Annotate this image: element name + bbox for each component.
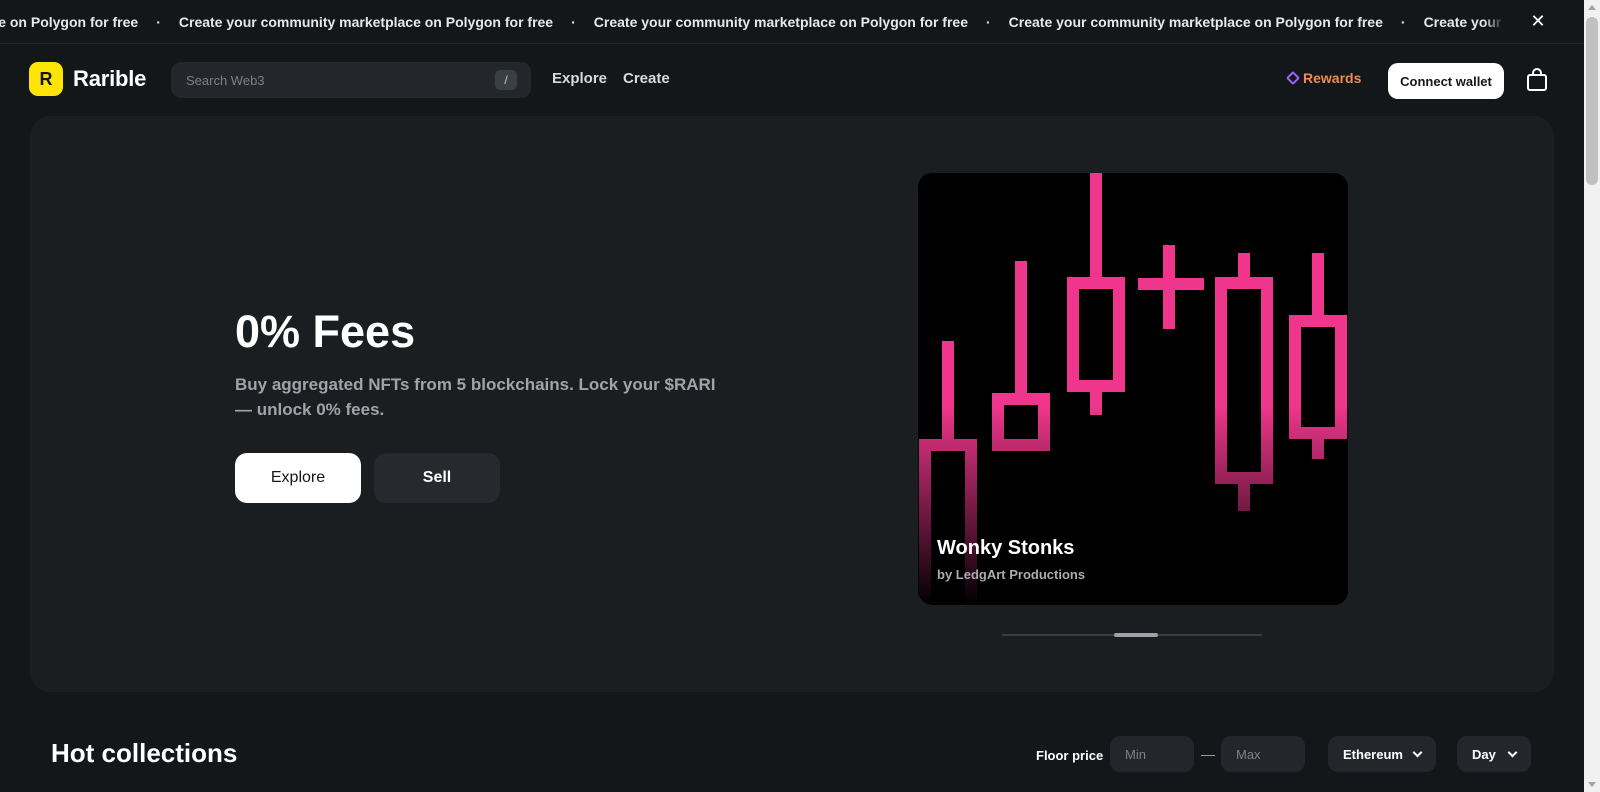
scrollbar-thumb[interactable] (1586, 17, 1598, 185)
explore-button[interactable]: Explore (235, 453, 361, 503)
promo-separator: · (1400, 14, 1406, 30)
price-range-separator: — (1201, 746, 1215, 762)
carousel-progress-thumb[interactable] (1114, 633, 1159, 637)
hero-subtitle: Buy aggregated NFTs from 5 blockchains. … (235, 375, 716, 419)
promo-text[interactable]: Create your community marketplace on Pol… (0, 14, 154, 30)
min-price-input[interactable] (1110, 736, 1194, 772)
search-input[interactable] (171, 62, 471, 98)
search-shortcut-key: / (495, 70, 517, 90)
scroll-down-arrow-icon[interactable] (1588, 782, 1596, 787)
hot-collections-title: Hot collections (51, 738, 238, 768)
shopping-bag-icon[interactable] (1525, 68, 1549, 92)
promo-separator: · (571, 14, 576, 30)
rarible-logo-icon[interactable]: R (29, 62, 63, 96)
promo-text[interactable]: Create your community marketplace on Pol… (993, 14, 1399, 30)
featured-collection-card[interactable]: Wonky Stonks by LedgArt Productions (918, 173, 1348, 605)
rewards-link[interactable]: Rewards (1285, 70, 1362, 86)
promo-separator: · (986, 14, 991, 30)
banner-fade (1484, 0, 1504, 43)
scroll-up-arrow-icon[interactable] (1588, 5, 1596, 10)
blockchain-selected: Ethereum (1343, 746, 1403, 762)
diamond-icon (1285, 70, 1301, 86)
timeframe-dropdown[interactable]: Day (1457, 736, 1531, 772)
site-header: R Rarible / Explore Create Rewards Conne… (0, 44, 1584, 116)
sell-button[interactable]: Sell (374, 453, 500, 503)
featured-collection-creator[interactable]: by LedgArt Productions (937, 567, 1085, 582)
max-price-input[interactable] (1221, 736, 1305, 772)
hero-panel: 0% Fees Buy aggregated NFTs from 5 block… (30, 116, 1554, 692)
close-icon[interactable]: ✕ (1526, 9, 1550, 33)
hero-title: 0% Fees (235, 306, 416, 357)
rewards-label: Rewards (1303, 70, 1362, 86)
logo-text[interactable]: Rarible (73, 66, 146, 92)
promo-marquee[interactable]: Create your community marketplace on Pol… (0, 0, 1584, 43)
nav-create[interactable]: Create (623, 70, 670, 87)
blockchain-dropdown[interactable]: Ethereum (1328, 736, 1436, 772)
promo-text[interactable]: Create your community marketplace on Pol… (578, 14, 984, 30)
search-box[interactable]: / (171, 62, 531, 98)
chevron-down-icon (1412, 747, 1423, 758)
promo-text[interactable]: Create your community marketplace on Pol… (163, 14, 569, 30)
featured-collection-title[interactable]: Wonky Stonks (937, 537, 1074, 560)
timeframe-selected: Day (1472, 746, 1496, 762)
promo-banner: Create your community marketplace on Pol… (0, 0, 1584, 44)
chevron-down-icon (1507, 747, 1518, 758)
promo-separator: · (156, 14, 161, 30)
floor-price-label: Floor price (1036, 748, 1104, 763)
nav-explore[interactable]: Explore (552, 70, 607, 87)
connect-wallet-button[interactable]: Connect wallet (1388, 63, 1504, 99)
page-scrollbar[interactable] (1584, 0, 1600, 792)
